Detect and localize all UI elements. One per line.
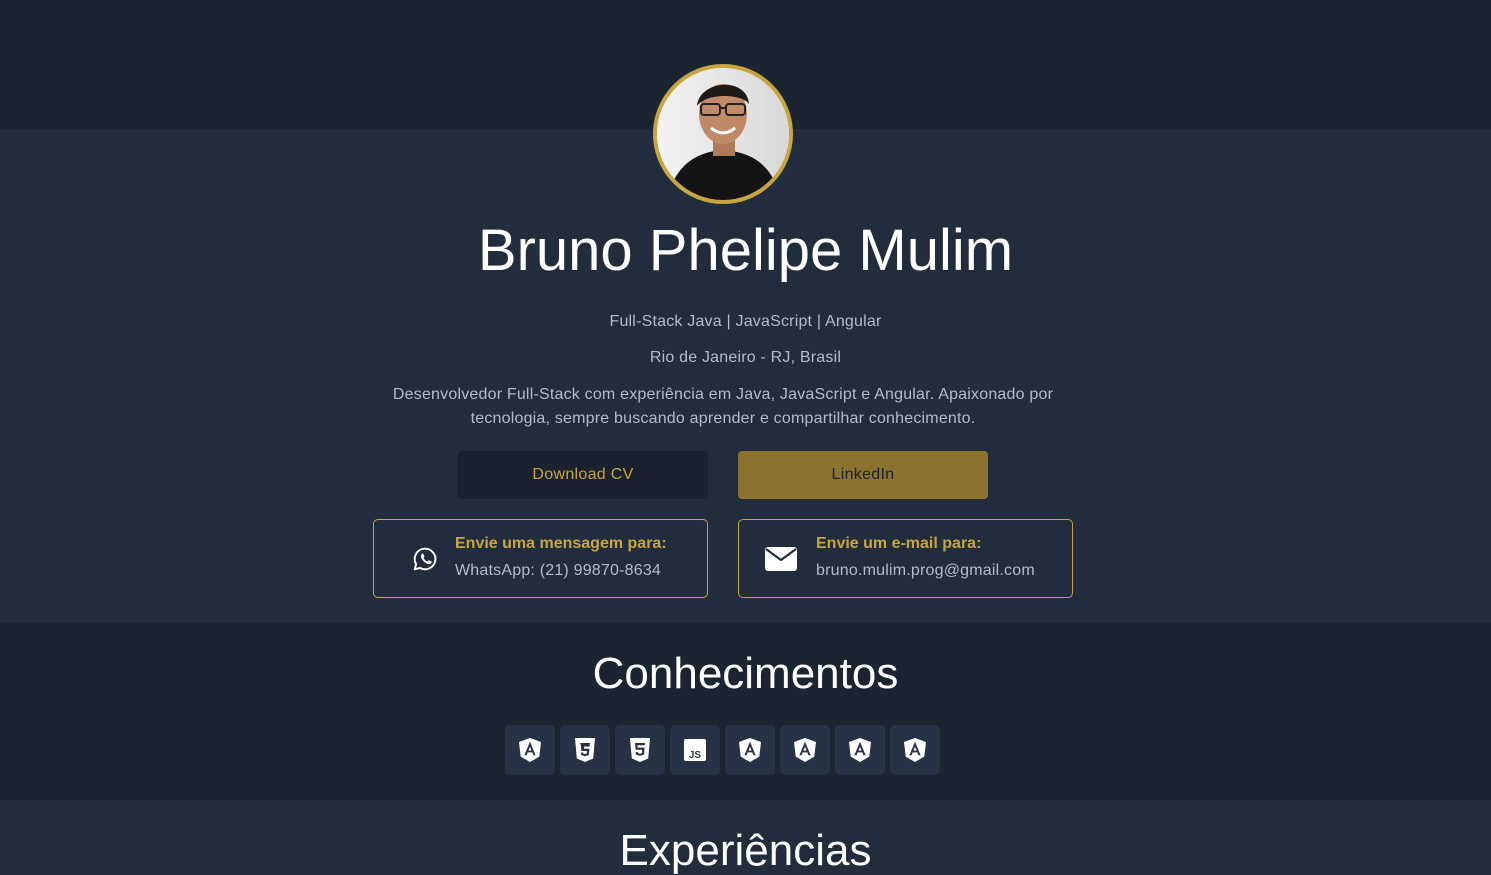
skill-html5-icon[interactable] bbox=[615, 725, 665, 775]
whatsapp-contact-title: Envie uma mensagem para: bbox=[455, 535, 667, 552]
profile-subtitle: Full-Stack Java | JavaScript | Angular bbox=[609, 313, 882, 330]
skills-heading: Conhecimentos bbox=[592, 649, 899, 698]
linkedin-button[interactable]: LinkedIn bbox=[738, 451, 988, 499]
skill-angular-icon[interactable] bbox=[780, 725, 830, 775]
experience-heading: Experiências bbox=[619, 826, 872, 875]
profile-bio: Desenvolvedor Full-Stack com experiência… bbox=[392, 386, 1054, 427]
skill-javascript-icon[interactable]: JS bbox=[670, 725, 720, 775]
skill-angular-icon[interactable] bbox=[890, 725, 940, 775]
skills-list: JS bbox=[505, 725, 945, 775]
skill-angular-icon[interactable] bbox=[505, 725, 555, 775]
whatsapp-icon bbox=[412, 520, 438, 597]
profile-location: Rio de Janeiro - RJ, Brasil bbox=[649, 349, 842, 366]
avatar bbox=[653, 64, 793, 204]
skill-angular-icon[interactable] bbox=[725, 725, 775, 775]
whatsapp-contact-value: WhatsApp: (21) 99870-8634 bbox=[455, 562, 662, 579]
whatsapp-contact-card[interactable]: Envie uma mensagem para: WhatsApp: (21) … bbox=[373, 519, 708, 598]
email-contact-card[interactable]: Envie um e-mail para: bruno.mulim.prog@g… bbox=[738, 519, 1073, 598]
skill-css3-icon[interactable] bbox=[560, 725, 610, 775]
profile-name: Bruno Phelipe Mulim bbox=[477, 218, 1014, 283]
envelope-icon bbox=[765, 520, 797, 597]
email-contact-title: Envie um e-mail para: bbox=[816, 535, 982, 552]
email-contact-value: bruno.mulim.prog@gmail.com bbox=[816, 562, 1035, 579]
skill-angular-icon[interactable] bbox=[835, 725, 885, 775]
download-cv-button[interactable]: Download CV bbox=[458, 451, 708, 499]
svg-text:JS: JS bbox=[689, 750, 702, 761]
